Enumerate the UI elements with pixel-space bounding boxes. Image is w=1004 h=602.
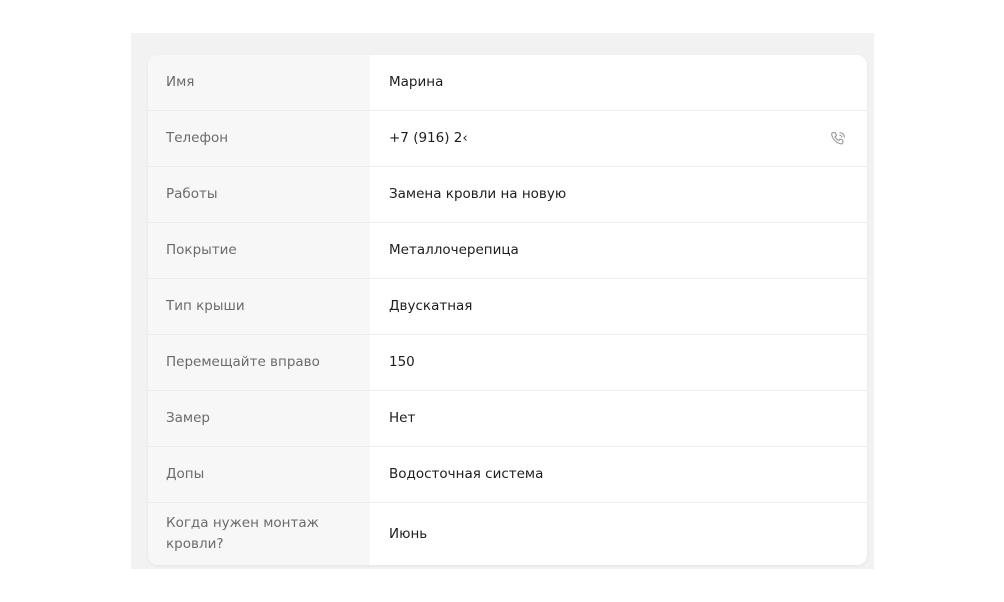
row-value[interactable]: +7 (916) 2‹ [370,128,867,149]
lead-details-card: Имя Марина Телефон +7 (916) 2‹ Работы За… [148,55,867,565]
row-phone: Телефон +7 (916) 2‹ [148,111,867,166]
row-value: Нет [389,410,416,426]
row-label: Когда нужен монтаж кровли? [166,515,319,552]
row-move-right: Перемещайте вправо 150 [148,335,867,390]
row-roof-type: Тип крыши Двускатная [148,279,867,334]
row-label: Имя [166,74,195,90]
row-measurement: Замер Нет [148,391,867,446]
row-label: Работы [166,186,218,202]
top-scroll-edge [0,0,1004,33]
row-label: Покрытие [166,242,237,258]
row-value: Июнь [389,525,428,542]
row-label: Замер [166,410,210,426]
row-extras: Допы Водосточная система [148,447,867,502]
row-value: Металлочерепица [389,242,519,258]
row-install-time: Когда нужен монтаж кровли? Июнь [148,503,867,565]
row-label: Перемещайте вправо [166,354,320,370]
row-value: Замена кровли на новую [389,186,567,202]
row-value: Марина [389,74,444,90]
row-value: Двускатная [389,298,473,314]
row-label: Тип крыши [166,298,245,314]
row-value: 150 [389,354,415,370]
row-label: Телефон [166,130,229,146]
row-works: Работы Замена кровли на новую [148,167,867,222]
row-value: Водосточная система [389,466,544,482]
row-label: Допы [166,466,205,482]
row-coating: Покрытие Металлочерепица [148,223,867,278]
row-name: Имя Марина [148,55,867,110]
phone-call-icon[interactable] [829,130,847,148]
